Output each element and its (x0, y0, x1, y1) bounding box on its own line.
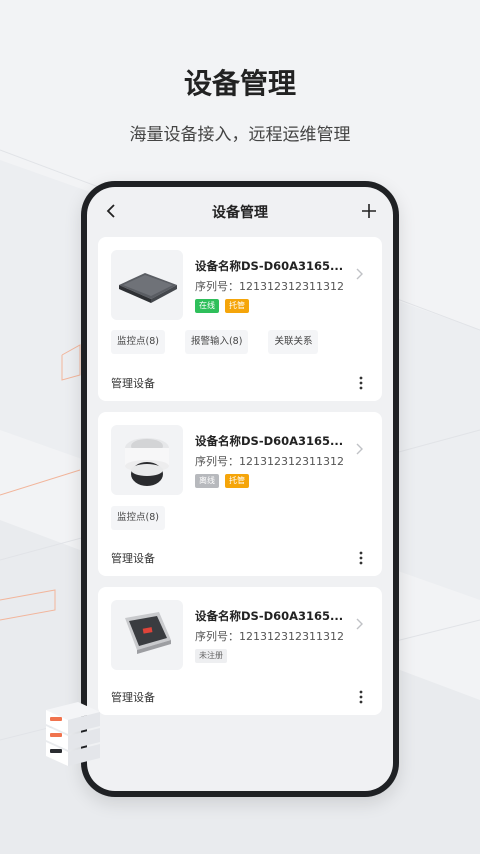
chip-monitor-points[interactable]: 监控点(8) (111, 330, 165, 354)
device-name: 设备名称DS-D60A3165... (195, 434, 344, 448)
device-card[interactable]: 设备名称DS-D60A3165... 序列号：121312312311312 未… (98, 587, 382, 715)
nav-title: 设备管理 (212, 205, 268, 221)
nvr-recorder-icon (111, 250, 183, 320)
status-tags: 在线 托管 (195, 299, 249, 313)
more-vertical-icon[interactable] (353, 375, 369, 391)
server-stack-icon (46, 702, 100, 766)
page-subtitle: 海量设备接入，远程运维管理 (129, 125, 351, 145)
card-footer: 管理设备 (111, 687, 369, 707)
phone-screen: 设备管理 设备名称DS-D60A3165... 序列号：121312312311… (87, 187, 393, 791)
managed-badge: 托管 (225, 299, 249, 313)
manage-device-label[interactable]: 管理设备 (111, 550, 155, 566)
chevron-right-icon[interactable] (354, 442, 364, 456)
phone-frame: 设备管理 设备名称DS-D60A3165... 序列号：121312312311… (81, 181, 399, 797)
device-card[interactable]: 设备名称DS-D60A3165... 序列号：121312312311312 在… (98, 237, 382, 401)
chip-alarm-inputs[interactable]: 报警输入(8) (184, 330, 249, 354)
device-card[interactable]: 设备名称DS-D60A3165... 序列号：121312312311312 离… (98, 412, 382, 576)
chevron-right-icon[interactable] (354, 617, 364, 631)
dome-camera-icon (111, 425, 183, 495)
status-badge: 在线 (195, 299, 219, 313)
more-vertical-icon[interactable] (353, 550, 369, 566)
chip-row: 监控点(8) (111, 506, 165, 530)
chevron-left-icon[interactable] (99, 199, 123, 223)
manage-device-label[interactable]: 管理设备 (111, 375, 155, 391)
status-badge: 未注册 (195, 649, 227, 663)
managed-badge: 托管 (225, 474, 249, 488)
status-badge: 离线 (195, 474, 219, 488)
device-serial: 序列号：121312312311312 (195, 455, 344, 468)
chip-relations[interactable]: 关联关系 (268, 330, 319, 354)
more-vertical-icon[interactable] (353, 689, 369, 705)
device-serial: 序列号：121312312311312 (195, 630, 344, 643)
access-control-panel-icon (111, 600, 183, 670)
page-title: 设备管理 (183, 67, 296, 100)
manage-device-label[interactable]: 管理设备 (111, 689, 155, 705)
status-tags: 离线 托管 (195, 474, 249, 488)
chip-monitor-points[interactable]: 监控点(8) (111, 506, 165, 530)
navbar: 设备管理 (87, 187, 393, 237)
device-name: 设备名称DS-D60A3165... (195, 259, 344, 273)
chevron-right-icon[interactable] (354, 267, 364, 281)
plus-icon[interactable] (357, 199, 381, 223)
chip-row: 监控点(8) 报警输入(8) 关联关系 (111, 330, 319, 354)
card-footer: 管理设备 (111, 548, 369, 568)
device-serial: 序列号：121312312311312 (195, 280, 344, 293)
device-name: 设备名称DS-D60A3165... (195, 609, 344, 623)
status-tags: 未注册 (195, 649, 227, 663)
card-footer: 管理设备 (111, 373, 369, 393)
